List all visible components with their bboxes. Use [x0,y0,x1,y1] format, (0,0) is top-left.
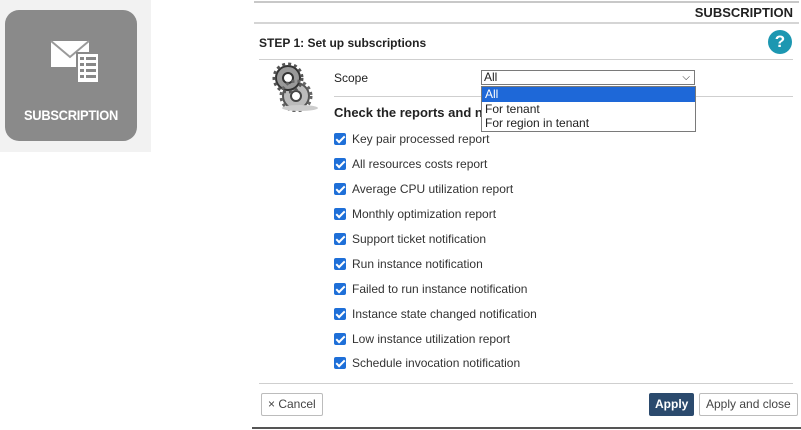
check-item[interactable]: Instance state changed notification [334,301,537,326]
check-item[interactable]: Low instance utilization report [334,326,537,351]
check-label: Key pair processed report [352,132,490,147]
divider [254,22,799,24]
checkbox[interactable] [334,183,346,196]
help-icon[interactable]: ? [768,30,792,54]
subscription-panel: SUBSCRIPTION STEP 1: Set up subscription… [252,0,801,430]
apply-button[interactable]: Apply [649,393,695,416]
check-label: All resources costs report [352,157,488,172]
checkbox[interactable] [334,133,346,146]
gears-icon [272,62,318,112]
step-title: STEP 1: Set up subscriptions [259,36,427,50]
checkbox[interactable] [334,282,346,295]
divider [259,59,793,60]
check-label: Low instance utilization report [352,331,511,346]
checkbox[interactable] [334,332,346,345]
tile-label: SUBSCRIPTION [23,107,119,123]
check-label: Monthly optimization report [352,207,497,222]
check-item[interactable]: Failed to run instance notification [334,276,537,301]
scope-dropdown[interactable]: All For tenant For region in tenant [481,86,696,132]
check-label: Average CPU utilization report [352,182,514,197]
check-item[interactable]: Schedule invocation notification [334,351,537,376]
check-item[interactable]: Monthly optimization report [334,202,537,227]
divider [252,427,801,429]
scope-selected-value: All [484,70,498,84]
checkbox[interactable] [334,208,346,221]
divider [259,383,793,384]
check-label: Support ticket notification [352,232,487,246]
check-label: Run instance notification [352,256,483,271]
checks-list: Key pair processed report All resources … [334,127,537,376]
check-label: Instance state changed notification [352,306,537,321]
check-item[interactable]: Support ticket notification [334,227,537,252]
panel-title: SUBSCRIPTION [694,5,793,20]
chevron-down-icon: ⌵ [682,72,690,83]
divider [254,1,799,3]
checkbox[interactable] [334,307,346,320]
scope-option[interactable]: For tenant [482,102,695,117]
check-item[interactable]: Average CPU utilization report [334,177,537,202]
tile-area: SUBSCRIPTION [0,0,151,152]
check-label: Schedule invocation notification [352,356,521,371]
check-item[interactable]: All resources costs report [334,152,537,177]
mail-form-icon [50,40,100,84]
scope-option[interactable]: For region in tenant [482,116,695,131]
cancel-button[interactable]: × Cancel [261,393,323,416]
scope-option[interactable]: All [482,87,695,102]
checkbox[interactable] [334,158,346,171]
check-item[interactable]: Run instance notification [334,251,537,276]
check-label: Failed to run instance notification [352,281,528,296]
apply-and-close-button[interactable]: Apply and close [699,393,798,416]
subscription-tile[interactable]: SUBSCRIPTION [5,10,137,141]
checkbox[interactable] [334,257,346,270]
scope-label: Scope [334,71,369,85]
checks-heading: Check the reports and not [334,105,496,120]
checkbox[interactable] [334,233,346,245]
checkbox[interactable] [334,357,346,370]
scope-select[interactable]: All ⌵ [481,70,695,85]
